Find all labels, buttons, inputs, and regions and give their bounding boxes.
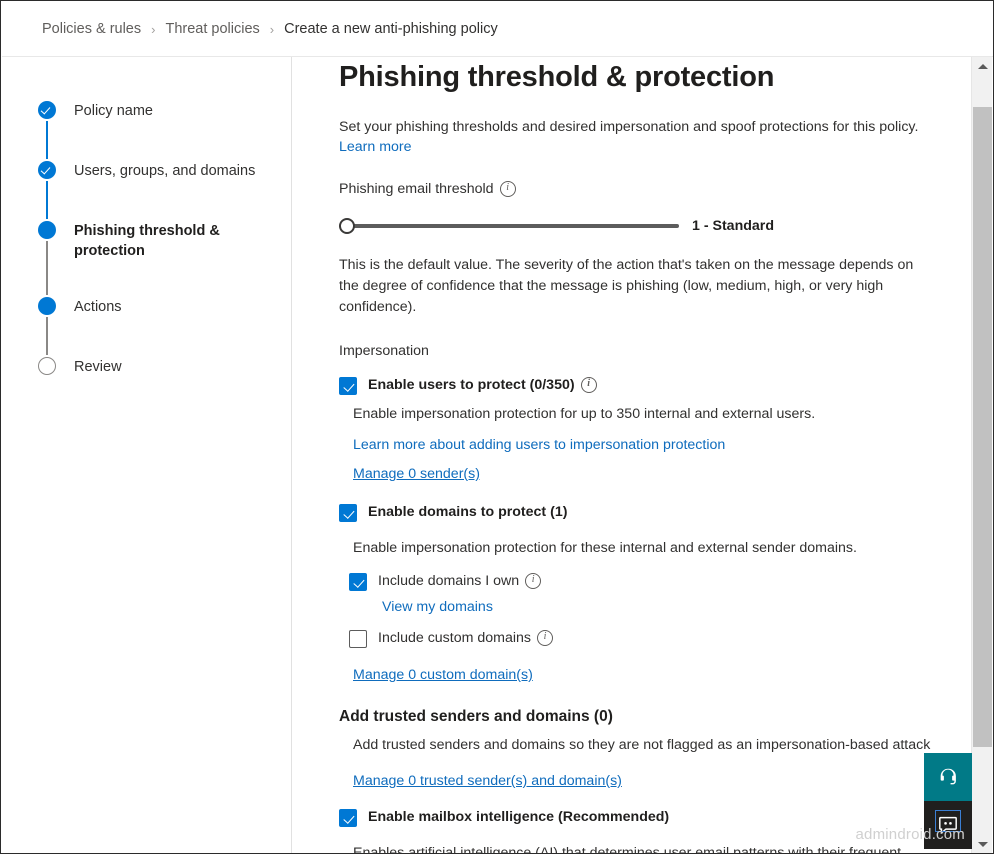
manage-trusted-senders-line: Manage 0 trusted sender(s) and domain(s) (353, 773, 942, 789)
headset-support-icon (940, 768, 956, 785)
main-content: Phishing threshold & protection Set your… (293, 57, 972, 854)
enable-mailbox-intelligence-checkbox[interactable] (339, 809, 357, 827)
include-domains-i-own-label: Include domains I own (378, 572, 542, 590)
step-connector (46, 317, 48, 355)
domains-sub-options: Include domains I own View my domains In… (349, 572, 942, 648)
manage-senders-link[interactable]: Manage 0 sender(s) (353, 466, 480, 482)
threshold-slider-row: 1 - Standard (339, 216, 942, 236)
slider-value-label: 1 - Standard (692, 218, 774, 234)
impersonation-section-label: Impersonation (339, 343, 429, 359)
wizard-step-label: Policy name (74, 103, 153, 119)
wizard-step-policy-name[interactable]: Policy name (38, 101, 291, 161)
enable-users-to-protect-label: Enable users to protect (0/350) (368, 376, 597, 394)
breadcrumb-bar: Policies & rules › Threat policies › Cre… (2, 2, 993, 57)
step-connector (46, 121, 48, 159)
include-custom-domains-row[interactable]: Include custom domains (349, 629, 942, 648)
manage-trusted-senders-link[interactable]: Manage 0 trusted sender(s) and domain(s) (353, 773, 622, 789)
step-connector (46, 181, 48, 219)
phishing-threshold-slider[interactable] (339, 216, 679, 236)
info-icon[interactable] (499, 181, 516, 197)
trusted-senders-heading: Add trusted senders and domains (0) (339, 708, 613, 725)
breadcrumb-item-policies-rules[interactable]: Policies & rules (42, 21, 141, 37)
include-custom-label-text: Include custom domains (378, 630, 531, 646)
scroll-down-arrow-icon[interactable] (972, 835, 993, 853)
support-widget-button[interactable] (924, 753, 972, 801)
vertical-scrollbar[interactable] (971, 57, 993, 853)
enable-mailbox-intelligence-label: Enable mailbox intelligence (Recommended… (368, 809, 670, 825)
breadcrumb-item-threat-policies[interactable]: Threat policies (165, 21, 259, 37)
wizard-step-label: Phishing threshold & protection (74, 223, 220, 259)
phishing-email-threshold-label: Phishing email threshold (339, 181, 942, 197)
enable-users-to-protect-checkbox[interactable] (339, 377, 357, 395)
wizard-steps: Policy name Users, groups, and domains P… (2, 101, 291, 381)
include-custom-domains-checkbox[interactable] (349, 630, 367, 648)
breadcrumb-separator-icon: › (151, 21, 156, 37)
manage-senders-line: Manage 0 sender(s) (353, 466, 942, 482)
enable-users-to-protect-row[interactable]: Enable users to protect (0/350) (339, 376, 942, 395)
enable-domains-to-protect-checkbox[interactable] (339, 504, 357, 522)
step-complete-check-icon (38, 101, 56, 119)
step-pending-circle-icon (38, 357, 56, 375)
info-icon[interactable] (537, 630, 553, 646)
manage-custom-domains-line: Manage 0 custom domain(s) (353, 667, 942, 683)
scrollbar-thumb[interactable] (973, 107, 992, 747)
info-icon[interactable] (525, 573, 542, 589)
wizard-step-users-groups-domains[interactable]: Users, groups, and domains (38, 161, 291, 221)
manage-custom-domains-link[interactable]: Manage 0 custom domain(s) (353, 667, 533, 683)
users-impersonation-learn-more-link[interactable]: Learn more about adding users to imperso… (353, 437, 725, 453)
wizard-step-label: Users, groups, and domains (74, 163, 256, 179)
breadcrumb-separator-icon: › (269, 21, 275, 37)
wizard-rail: Policy name Users, groups, and domains P… (2, 57, 292, 853)
page-intro-text: Set your phishing thresholds and desired… (339, 119, 919, 135)
intro-learn-more-link[interactable]: Learn more (339, 139, 412, 155)
enable-users-label-text: Enable users to protect (0/350) (368, 377, 575, 393)
users-learn-more-line: Learn more about adding users to imperso… (353, 437, 942, 453)
view-my-domains-link[interactable]: View my domains (382, 599, 493, 615)
mailbox-intelligence-description-text: Enables artificial intelligence (AI) tha… (353, 845, 902, 854)
wizard-step-actions[interactable]: Actions (38, 297, 291, 357)
step-complete-check-icon (38, 161, 56, 179)
slider-track (339, 224, 679, 228)
include-custom-domains-label: Include custom domains (378, 629, 553, 647)
breadcrumb: Policies & rules › Threat policies › Cre… (2, 21, 498, 37)
wizard-step-label: Review (74, 359, 122, 375)
watermark: admindroid.com (855, 826, 965, 843)
include-owned-label-text: Include domains I own (378, 573, 520, 589)
trusted-senders-description: Add trusted senders and domains so they … (353, 737, 931, 753)
enable-domains-to-protect-label: Enable domains to protect (1) (368, 504, 568, 520)
step-connector (46, 241, 48, 295)
enable-users-description: Enable impersonation protection for up t… (353, 406, 816, 422)
mailbox-intelligence-description: Enables artificial intelligence (AI) tha… (353, 843, 938, 854)
scroll-up-arrow-icon[interactable] (972, 57, 993, 76)
step-current-dot-icon (38, 221, 56, 239)
page-intro: Set your phishing thresholds and desired… (339, 117, 939, 157)
enable-mailbox-intelligence-row[interactable]: Enable mailbox intelligence (Recommended… (339, 808, 942, 827)
slider-thumb[interactable] (339, 218, 355, 234)
breadcrumb-item-create-policy[interactable]: Create a new anti-phishing policy (284, 21, 498, 37)
wizard-step-review[interactable]: Review (38, 357, 291, 381)
page-title: Phishing threshold & protection (339, 61, 775, 93)
include-domains-i-own-checkbox[interactable] (349, 573, 367, 591)
enable-domains-description: Enable impersonation protection for thes… (353, 540, 857, 556)
view-my-domains-line: View my domains (382, 599, 942, 615)
wizard-step-label: Actions (74, 299, 122, 315)
threshold-helper-text: This is the default value. The severity … (339, 257, 914, 315)
browser-window: Policies & rules › Threat policies › Cre… (0, 0, 994, 854)
threshold-label-text: Phishing email threshold (339, 181, 494, 197)
enable-domains-to-protect-row[interactable]: Enable domains to protect (1) (339, 503, 942, 522)
info-icon[interactable] (580, 377, 597, 393)
include-domains-i-own-row[interactable]: Include domains I own (349, 572, 942, 591)
step-current-dot-icon (38, 297, 56, 315)
wizard-step-phishing-threshold[interactable]: Phishing threshold & protection (38, 221, 291, 297)
